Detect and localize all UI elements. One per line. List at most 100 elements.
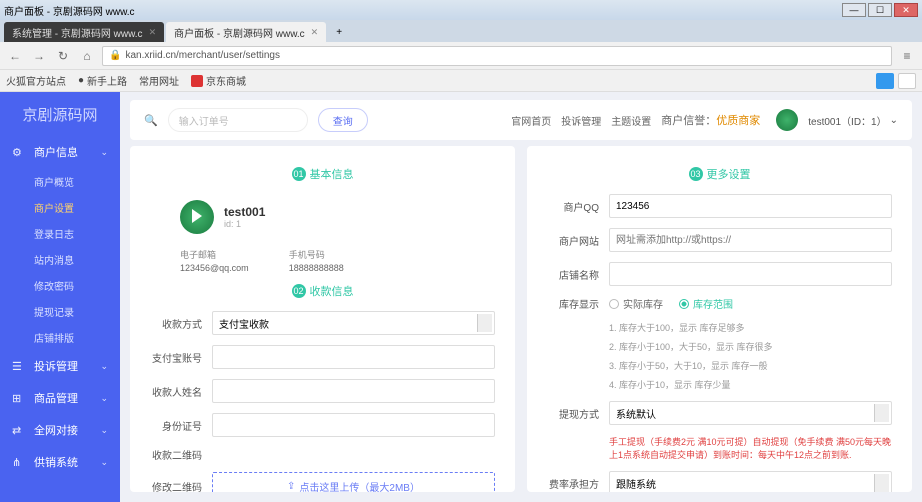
- sidebar-item-password[interactable]: 修改密码: [0, 272, 120, 298]
- sidebar-group-complaints[interactable]: ☰投诉管理⌄: [0, 350, 120, 382]
- stock-display-radio-group: 实际库存 库存范围: [609, 296, 892, 311]
- site-input[interactable]: [609, 228, 892, 252]
- chevron-down-icon: ⌄: [100, 393, 108, 404]
- sidebar: 京剧源码网 ⚙商户信息⌄ 商户概览 商户设置 登录日志 站内消息 修改密码 提现…: [0, 92, 120, 502]
- sidebar-item-messages[interactable]: 站内消息: [0, 246, 120, 272]
- jd-icon: [191, 75, 203, 87]
- merchant-logo: [180, 200, 214, 234]
- window-max-button[interactable]: ☐: [868, 3, 892, 17]
- new-tab-button[interactable]: +: [328, 22, 350, 42]
- fork-icon: ⋔: [12, 456, 26, 469]
- ext-badge[interactable]: [876, 73, 894, 89]
- payee-input[interactable]: [212, 379, 495, 403]
- feeside-select[interactable]: 跟随系统: [609, 471, 892, 492]
- email-label: 电子邮箱: [180, 248, 249, 261]
- bookmark-item[interactable]: 京东商城: [191, 73, 246, 88]
- gear-icon: ⚙: [12, 146, 26, 159]
- site-label: 商户网站: [547, 233, 599, 248]
- lock-icon: 🔒: [109, 50, 121, 61]
- section-title-more: 03更多设置: [547, 166, 892, 182]
- toplink-complaints[interactable]: 投诉管理: [561, 113, 601, 128]
- ext-badge[interactable]: [898, 73, 916, 89]
- withdraw-label: 提现方式: [547, 406, 599, 421]
- order-search-input[interactable]: 输入订单号: [168, 108, 308, 132]
- withdraw-select[interactable]: 系统默认: [609, 401, 892, 425]
- merchant-name: test001: [224, 205, 265, 219]
- browser-tab[interactable]: 系统管理 - 京剧源码网 www.c ✕: [4, 22, 164, 42]
- radio-dot-icon: [609, 299, 619, 309]
- sidebar-group-merchant-info[interactable]: ⚙商户信息⌄: [0, 136, 120, 168]
- sidebar-item-login-log[interactable]: 登录日志: [0, 220, 120, 246]
- sidebar-item-overview[interactable]: 商户概览: [0, 168, 120, 194]
- user-menu[interactable]: test001（ID：1）⌄: [808, 113, 898, 128]
- sidebar-item-shop-layout[interactable]: 店铺排版: [0, 324, 120, 350]
- pay-type-label: 收款方式: [150, 316, 202, 331]
- browser-tabbar: 系统管理 - 京剧源码网 www.c ✕ 商户面板 - 京剧源码网 www.c …: [0, 20, 922, 42]
- reload-button[interactable]: ↻: [54, 47, 72, 65]
- tab-close-icon[interactable]: ✕: [311, 27, 319, 38]
- tab-close-icon[interactable]: ✕: [149, 27, 157, 38]
- section-title-payment: 02收款信息: [150, 283, 495, 299]
- stock-rule: 2. 库存小于100，大于50，显示 库存很多: [609, 340, 892, 353]
- forward-button[interactable]: →: [30, 47, 48, 65]
- chevron-down-icon: ⌄: [100, 425, 108, 436]
- grid-icon: ⊞: [12, 392, 26, 405]
- home-button[interactable]: ⌂: [78, 47, 96, 65]
- alipay-input[interactable]: [212, 345, 495, 369]
- tab-title: 商户面板 - 京剧源码网 www.c: [174, 25, 305, 40]
- bookmark-item[interactable]: 火狐官方站点: [6, 73, 66, 88]
- browser-tab[interactable]: 商户面板 - 京剧源码网 www.c ✕: [166, 22, 326, 42]
- bookmark-bar: 火狐官方站点 ●新手上路 常用网址 京东商城: [0, 70, 922, 92]
- menu-button[interactable]: ≡: [898, 47, 916, 65]
- stock-rules: 1. 库存大于100，显示 库存足够多 2. 库存小于100，大于50，显示 库…: [547, 321, 892, 391]
- toplink-theme[interactable]: 主题设置: [611, 113, 651, 128]
- bookmark-item[interactable]: ●新手上路: [78, 73, 127, 88]
- phone-value: 18888888888: [289, 263, 344, 273]
- radio-stock-range[interactable]: 库存范围: [679, 296, 733, 311]
- withdraw-note: 手工提现（手续费2元 满10元可提）自动提现（免手续费 满50元每天晚上1点系统…: [547, 435, 892, 461]
- sidebar-item-withdraw-log[interactable]: 提现记录: [0, 298, 120, 324]
- sidebar-group-products[interactable]: ⊞商品管理⌄: [0, 382, 120, 414]
- toplink-home[interactable]: 官网首页: [511, 113, 551, 128]
- window-min-button[interactable]: —: [842, 3, 866, 17]
- card-basic-payment: 01基本信息 test001 id: 1 电子邮箱123456@qq.com 手…: [130, 146, 515, 492]
- list-icon: ☰: [12, 360, 26, 373]
- stock-rule: 1. 库存大于100，显示 库存足够多: [609, 321, 892, 334]
- sidebar-item-settings[interactable]: 商户设置: [0, 194, 120, 220]
- payee-label: 收款人姓名: [150, 384, 202, 399]
- idcard-input[interactable]: [212, 413, 495, 437]
- query-button[interactable]: 查询: [318, 108, 368, 132]
- stock-display-label: 库存显示: [547, 296, 599, 311]
- chevron-down-icon: ⌄: [100, 457, 108, 468]
- radio-dot-icon: [679, 299, 689, 309]
- upload-icon: ⇪: [287, 481, 295, 492]
- shopname-label: 店铺名称: [547, 267, 599, 282]
- qr-upload-button[interactable]: ⇪点击这里上传（最大2MB）: [212, 472, 495, 492]
- shopname-input[interactable]: [609, 262, 892, 286]
- chevron-down-icon: ⌄: [100, 361, 108, 372]
- browser-address-bar: ← → ↻ ⌂ 🔒 kan.xriid.cn/merchant/user/set…: [0, 42, 922, 70]
- back-button[interactable]: ←: [6, 47, 24, 65]
- window-close-button[interactable]: ✕: [894, 3, 918, 17]
- bookmark-item[interactable]: 常用网址: [139, 73, 179, 88]
- feeside-label: 费率承担方: [547, 476, 599, 491]
- stock-rule: 3. 库存小于50，大于10，显示 库存一般: [609, 359, 892, 372]
- qq-input[interactable]: [609, 194, 892, 218]
- avatar[interactable]: [776, 109, 798, 131]
- sidebar-group-integration[interactable]: ⇄全网对接⌄: [0, 414, 120, 446]
- idcard-label: 身份证号: [150, 418, 202, 433]
- chevron-down-icon: ⌄: [100, 147, 108, 158]
- topbar: 🔍 输入订单号 查询 官网首页 投诉管理 主题设置 商户信誉：优质商家 test…: [130, 100, 912, 140]
- link-icon: ⇄: [12, 424, 26, 437]
- card-more-settings: 03更多设置 商户QQ 商户网站 店铺名称 库存显示 实际库存 库存范围 1. …: [527, 146, 912, 492]
- sidebar-group-supply[interactable]: ⋔供销系统⌄: [0, 446, 120, 478]
- email-value: 123456@qq.com: [180, 263, 249, 273]
- radio-actual-stock[interactable]: 实际库存: [609, 296, 663, 311]
- pay-type-select[interactable]: 支付宝收款: [212, 311, 495, 335]
- site-logo: 京剧源码网: [0, 92, 120, 136]
- phone-label: 手机号码: [289, 248, 344, 261]
- tab-title: 系统管理 - 京剧源码网 www.c: [12, 25, 143, 40]
- qr-show-label: 收款二维码: [150, 447, 202, 462]
- url-input[interactable]: 🔒 kan.xriid.cn/merchant/user/settings: [102, 46, 892, 66]
- merchant-id: id: 1: [224, 219, 265, 229]
